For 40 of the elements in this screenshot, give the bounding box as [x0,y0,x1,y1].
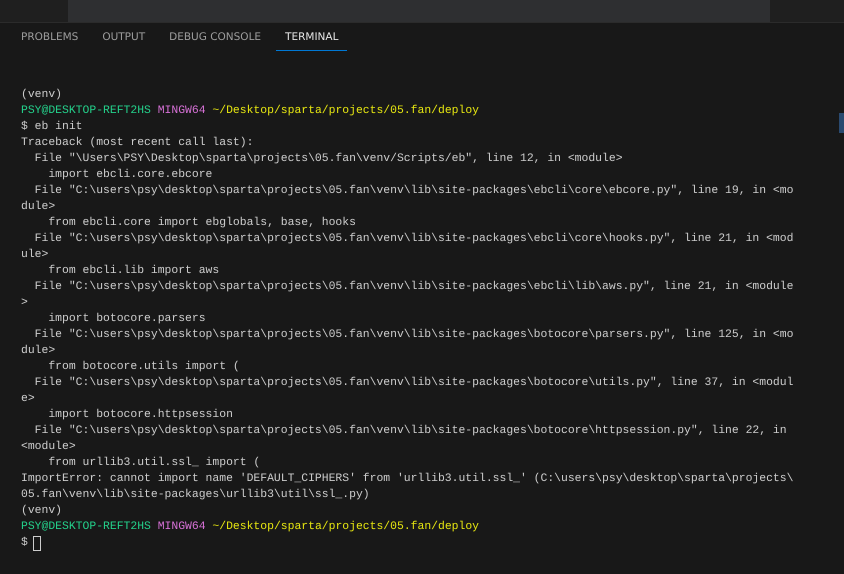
prompt-symbol: $ [21,536,28,551]
terminal-line: File "\Users\PSY\Desktop\sparta\projects\05.fan\venv/Scripts/eb", line 12, in <module> [34,152,624,167]
terminal-line: from ebcli.lib import aws [47,264,220,279]
terminal-line: import botocore.parsers [47,312,207,327]
terminal-line: File "C:\users\psy\desktop\sparta\projects\05.fan\venv\lib\site-packages\ebcli\core\ebcore.py", line 19, in <mo [34,184,794,199]
terminal-line: > [21,296,29,311]
terminal-line: (venv) [21,504,64,519]
panel-tab[interactable]: TERMINAL [276,23,348,51]
prompt-user-host: PSY@DESKTOP-REFT2HS [21,105,151,117]
terminal-line: Traceback (most recent call last): [21,136,254,151]
prompt-shell-name: MINGW64 [158,105,206,117]
terminal-cursor [32,536,41,550]
terminal-line: from urllib3.util.ssl_ import ( [47,456,262,471]
panel-tab[interactable]: DEBUG CONSOLE [160,23,270,51]
terminal-line: File "C:\users\psy\desktop\sparta\projects\05.fan\venv\lib\site-packages\botocore\httpsession.py", line 22, in [34,424,788,439]
terminal-line: $ eb init [21,120,84,135]
prompt-user-host: PSY@DESKTOP-REFT2HS [21,521,151,533]
terminal-line: dule> [21,200,56,215]
panel-tab[interactable]: OUTPUT [93,23,154,51]
prompt-path: ~/Desktop/sparta/projects/05.fan/deploy [212,521,480,533]
terminal-line: ule> [21,248,50,263]
terminal-line: ImportError: cannot import name 'DEFAULT_CIPHERS' from 'urllib3.util.ssl_' (C:\users\psy\desktop\sparta\projects\ [21,472,794,487]
prompt-shell-name: MINGW64 [158,521,206,533]
terminal-line: import ebcli.core.ebcore [47,168,214,183]
editor-scrollbar[interactable] [68,0,770,22]
terminal-line: File "C:\users\psy\desktop\sparta\projects\05.fan\venv\lib\site-packages\botocore\parsers.py", line 125, in <mo [34,328,794,343]
scrollbar-thumb[interactable] [839,113,844,133]
terminal-line: 05.fan\venv\lib\site-packages\urllib3\util\ssl_.py) [21,488,371,503]
terminal-line: dule> [21,344,56,359]
panel-tab[interactable]: PROBLEMS [12,23,88,51]
terminal-line: from botocore.utils import ( [47,360,241,375]
terminal-line: from ebcli.core import ebglobals, base, hooks [47,216,357,231]
terminal-line: import botocore.httpsession [47,408,234,423]
prompt-path: ~/Desktop/sparta/projects/05.fan/deploy [212,105,480,117]
terminal-line: File "C:\users\psy\desktop\sparta\projects\05.fan\venv\lib\site-packages\ebcli\core\hooks.py", line 21, in <mod [34,232,794,247]
terminal-line: e> [21,392,36,407]
terminal-line: File "C:\users\psy\desktop\sparta\projects\05.fan\venv\lib\site-packages\ebcli\lib\aws.py", line 21, in <module [34,280,794,295]
terminal-line: <module> [21,440,77,455]
terminal-line: (venv) [21,88,64,103]
terminal-line: File "C:\users\psy\desktop\sparta\projects\05.fan\venv\lib\site-packages\botocore\utils.py", line 37, in <modul [34,376,794,391]
